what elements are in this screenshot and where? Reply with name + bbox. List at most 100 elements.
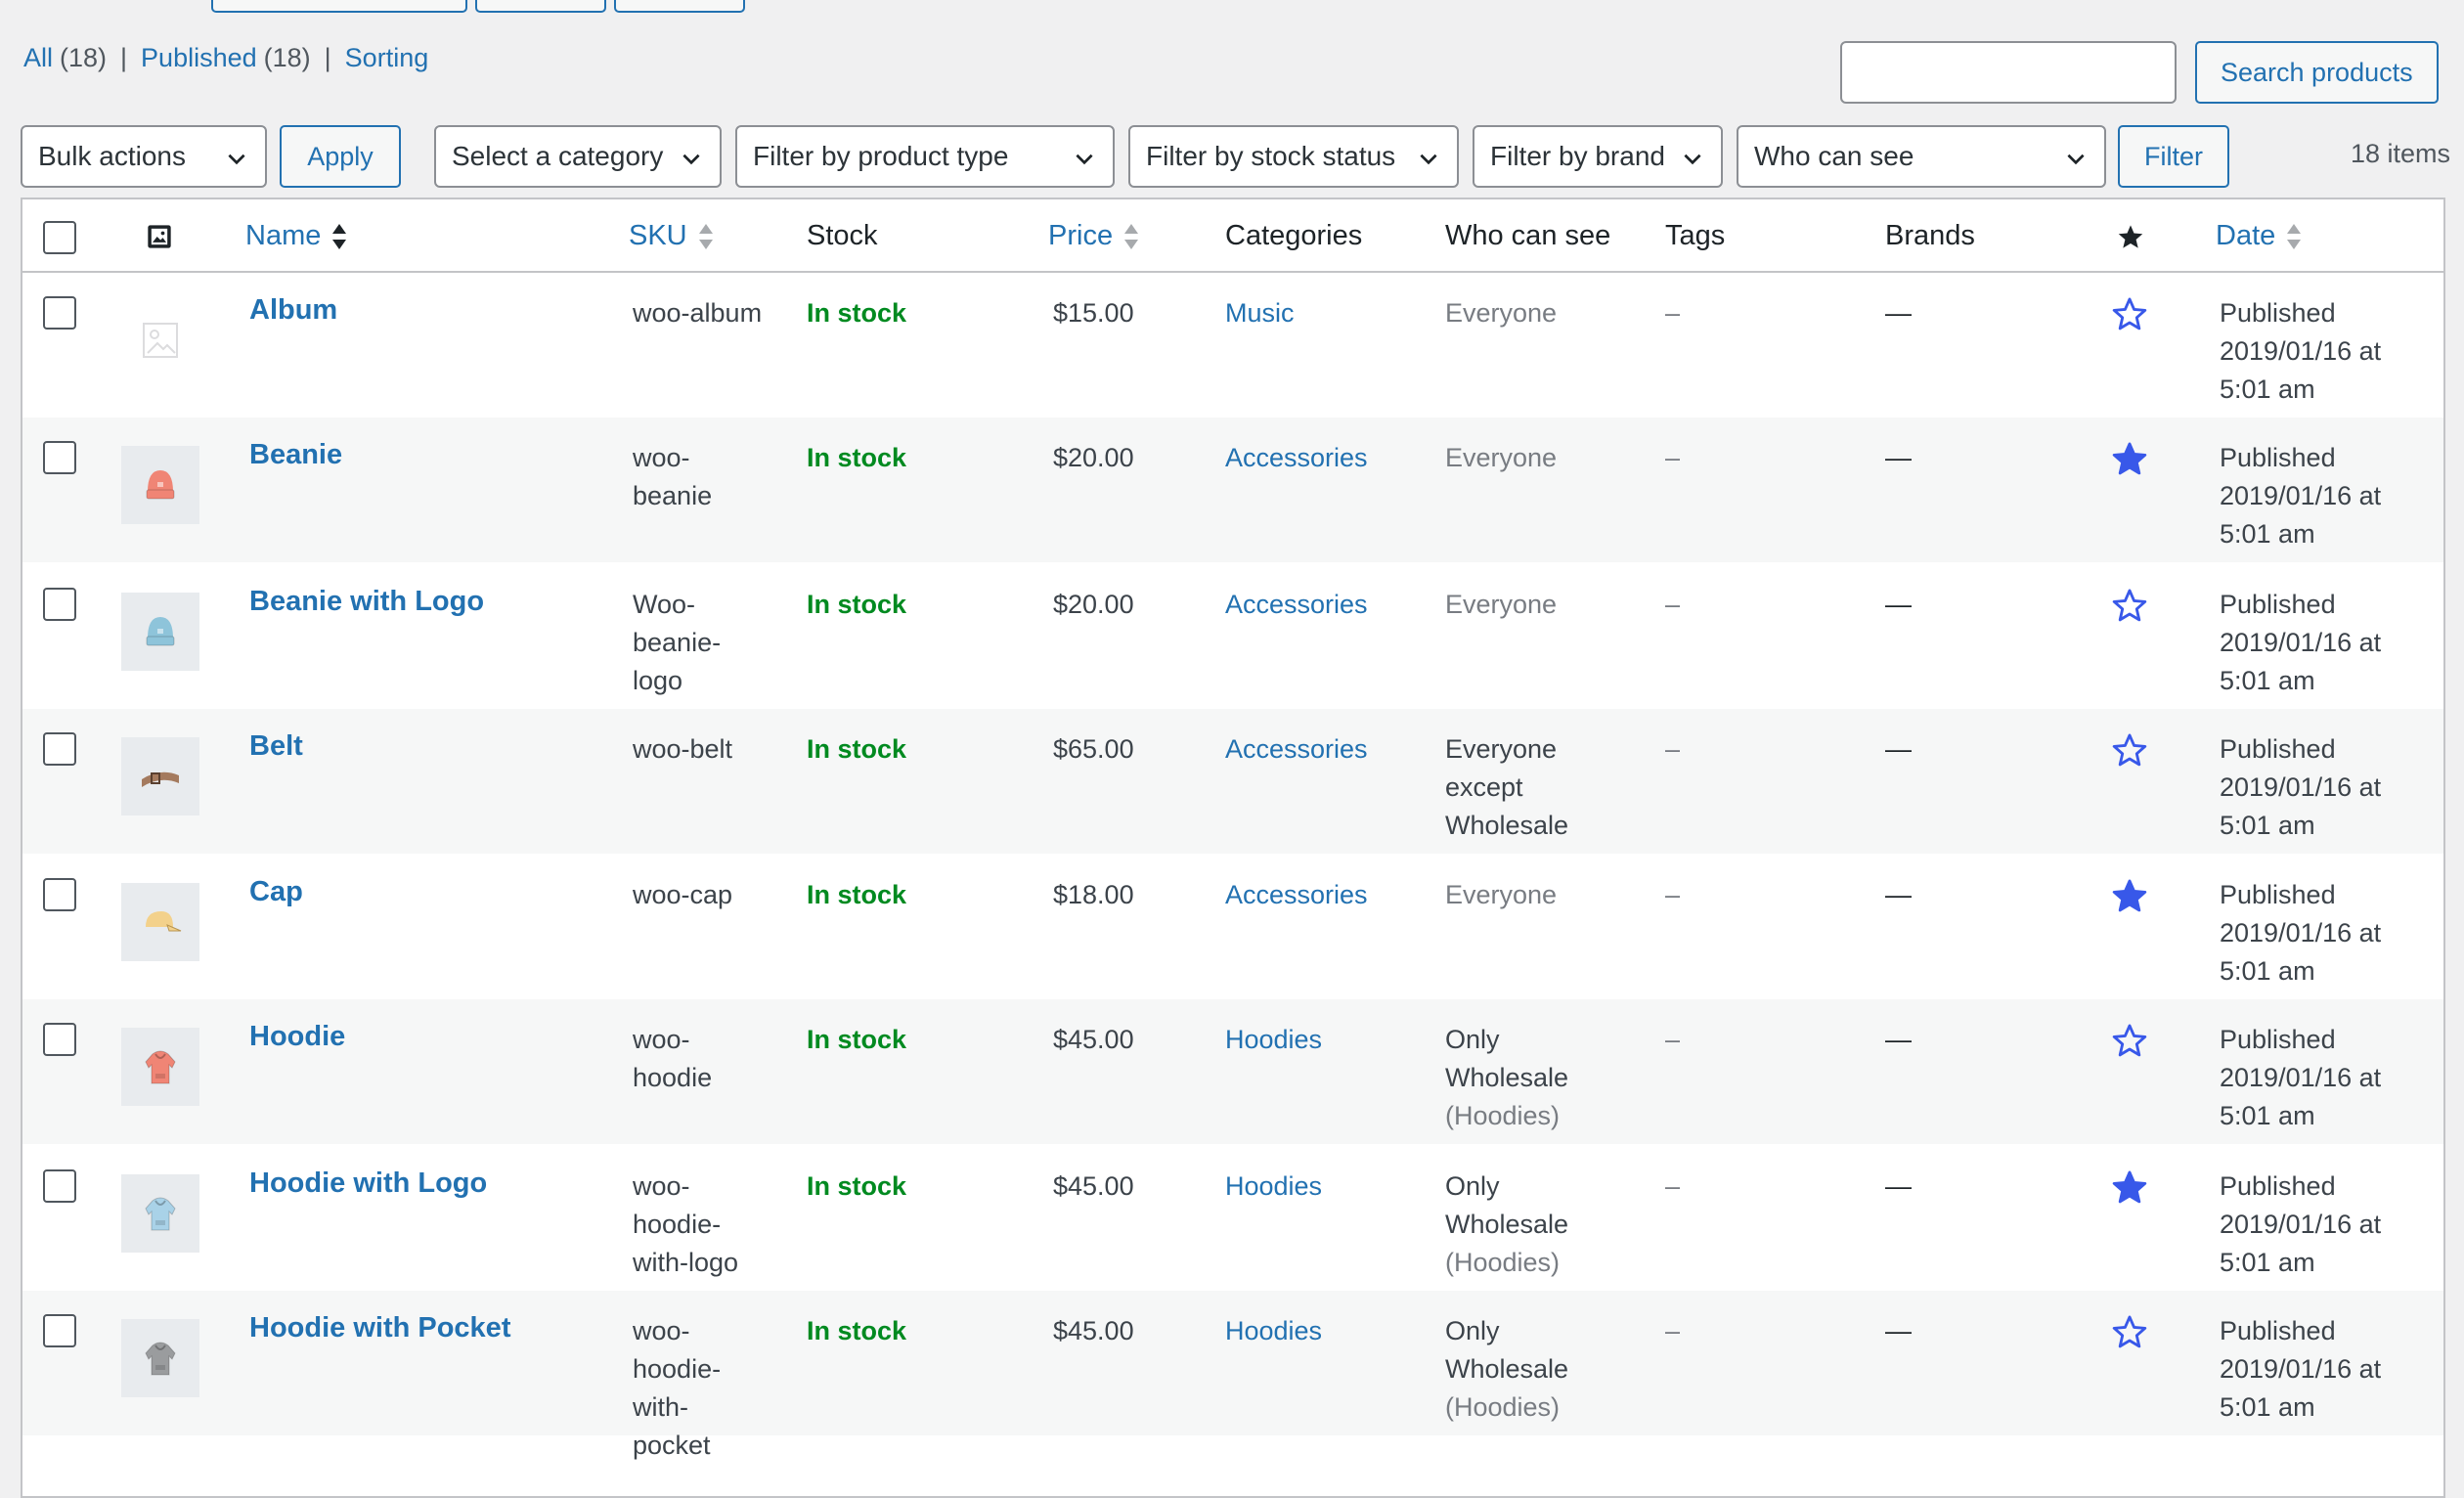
row-checkbox[interactable] — [43, 1023, 76, 1056]
product-price: $45.00 — [1053, 1025, 1134, 1054]
column-sku[interactable]: SKU — [629, 199, 715, 273]
row-checkbox[interactable] — [43, 1314, 76, 1347]
cap-icon — [146, 911, 182, 932]
product-name-link[interactable]: Album — [249, 291, 337, 330]
row-checkbox[interactable] — [43, 1169, 76, 1203]
category-select[interactable]: Select a category — [434, 125, 722, 188]
stock-status: In stock — [807, 590, 907, 619]
product-name-link[interactable]: Hoodie with Pocket — [249, 1309, 510, 1347]
product-thumbnail[interactable] — [121, 593, 199, 671]
row-checkbox[interactable] — [43, 588, 76, 621]
brands-value: — — [1885, 443, 1912, 472]
product-category-link[interactable]: Accessories — [1225, 876, 1368, 914]
product-sku: woo-hoodie — [633, 1021, 712, 1097]
row-checkbox[interactable] — [43, 441, 76, 474]
hoodie-icon — [145, 1342, 176, 1376]
product-sku: woo-hoodie-with-pocket — [633, 1312, 721, 1465]
date-line: 2019/01/16 at — [2220, 336, 2382, 366]
view-published-link[interactable]: Published — [141, 43, 257, 73]
product-price: $45.00 — [1053, 1171, 1134, 1201]
top-button-3[interactable] — [614, 0, 745, 13]
search-products-button[interactable]: Search products — [2195, 41, 2439, 104]
product-category-link[interactable]: Accessories — [1225, 730, 1368, 769]
who-can-see-select[interactable]: Who can see — [1737, 125, 2106, 188]
product-category-link[interactable]: Hoodies — [1225, 1312, 1322, 1350]
filter-button[interactable]: Filter — [2118, 125, 2229, 188]
product-name-link[interactable]: Hoodie with Logo — [249, 1165, 487, 1203]
product-thumbnail[interactable] — [121, 1319, 199, 1397]
product-thumbnail[interactable] — [121, 883, 199, 961]
column-price[interactable]: Price — [1048, 199, 1140, 273]
search-input[interactable] — [1840, 41, 2177, 104]
sort-icon — [1124, 223, 1139, 249]
row-checkbox[interactable] — [43, 732, 76, 766]
date-line: Published — [2220, 1316, 2336, 1345]
brands-value: — — [1885, 1025, 1912, 1054]
product-type-select[interactable]: Filter by product type — [735, 125, 1115, 188]
who-line: Everyone — [1445, 880, 1558, 909]
star-outline-icon[interactable] — [2111, 295, 2148, 332]
star-filled-icon[interactable] — [2111, 440, 2148, 477]
product-name-link[interactable]: Beanie with Logo — [249, 583, 484, 621]
tags-value: – — [1665, 590, 1681, 619]
product-name-link[interactable]: Belt — [249, 727, 303, 766]
apply-button[interactable]: Apply — [280, 125, 401, 188]
bulk-actions-select[interactable]: Bulk actions — [21, 125, 267, 188]
star-outline-icon[interactable] — [2111, 1313, 2148, 1350]
column-name[interactable]: Name — [245, 199, 348, 273]
top-button-1[interactable] — [211, 0, 467, 13]
product-category-link[interactable]: Hoodies — [1225, 1021, 1322, 1059]
star-outline-icon[interactable] — [2111, 587, 2148, 624]
star-filled-icon[interactable] — [2111, 1168, 2148, 1206]
column-name-label[interactable]: Name — [245, 220, 321, 252]
product-thumbnail[interactable] — [121, 446, 199, 524]
view-all-link[interactable]: All — [23, 43, 53, 73]
who-can-see-value: Only Wholesale (Hoodies) — [1445, 1168, 1568, 1282]
column-price-label[interactable]: Price — [1048, 220, 1113, 252]
brands-value: — — [1885, 1316, 1912, 1345]
product-name-link[interactable]: Cap — [249, 873, 303, 911]
product-thumbnail[interactable] — [121, 301, 199, 379]
product-name-link[interactable]: Hoodie — [249, 1018, 345, 1056]
tablenav-filters: Bulk actions Apply Select a category Fil… — [21, 125, 2445, 188]
stock-status: In stock — [807, 1025, 907, 1054]
product-name-link[interactable]: Beanie — [249, 436, 342, 474]
row-checkbox[interactable] — [43, 296, 76, 330]
brand-select-label: Filter by brand — [1490, 141, 1665, 171]
product-category-link[interactable]: Hoodies — [1225, 1168, 1322, 1206]
product-thumbnail[interactable] — [121, 1174, 199, 1253]
who-line: Wholesale — [1445, 1354, 1569, 1384]
column-date-label[interactable]: Date — [2216, 220, 2275, 252]
product-category-link[interactable]: Accessories — [1225, 586, 1368, 624]
view-sorting-link[interactable]: Sorting — [345, 43, 429, 73]
star-outline-icon[interactable] — [2111, 1022, 2148, 1059]
select-all-checkbox[interactable] — [43, 221, 76, 254]
image-column-icon — [148, 225, 171, 248]
product-category-link[interactable]: Music — [1225, 294, 1295, 332]
sku-line: woo- — [633, 1171, 690, 1201]
date-line: Published — [2220, 1025, 2336, 1054]
product-category-link[interactable]: Accessories — [1225, 439, 1368, 477]
column-sku-label[interactable]: SKU — [629, 220, 687, 252]
product-thumbnail[interactable] — [121, 1028, 199, 1106]
column-date[interactable]: Date — [2216, 199, 2303, 273]
sort-icon — [2287, 223, 2302, 249]
date-line: Published — [2220, 734, 2336, 764]
who-line: Wholesale — [1445, 1210, 1569, 1239]
stock-status-select[interactable]: Filter by stock status — [1128, 125, 1459, 188]
top-button-2[interactable] — [475, 0, 606, 13]
sku-line: hoodie — [633, 1063, 713, 1092]
star-outline-icon[interactable] — [2111, 731, 2148, 769]
product-thumbnail[interactable] — [121, 737, 199, 815]
date-line: 2019/01/16 at — [2220, 772, 2382, 802]
who-can-see-value: Everyone — [1445, 586, 1557, 624]
view-published-label[interactable]: Published — [141, 43, 257, 72]
star-filled-icon[interactable] — [2111, 877, 2148, 914]
row-checkbox[interactable] — [43, 878, 76, 911]
date-line: Published — [2220, 298, 2336, 328]
view-all-label[interactable]: All — [23, 43, 53, 72]
table-row: Cap woo-cap In stock $18.00 Accessories Every… — [22, 855, 2443, 999]
brand-select[interactable]: Filter by brand — [1473, 125, 1723, 188]
date-line: Published — [2220, 1171, 2336, 1201]
view-sorting-label[interactable]: Sorting — [345, 43, 429, 72]
